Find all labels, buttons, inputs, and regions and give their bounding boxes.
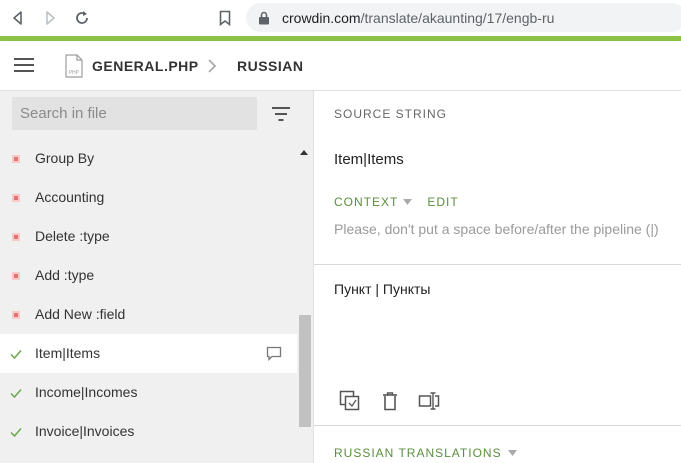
untranslated-status-icon [12,194,20,202]
list-item[interactable]: Invoice|Invoices [0,412,297,451]
lock-icon [258,11,272,25]
address-bar[interactable]: crowdin.com/translate/akaunting/17/engb-… [246,3,681,32]
untranslated-status-icon [12,272,20,280]
browser-toolbar: crowdin.com/translate/akaunting/17/engb-… [0,0,681,36]
breadcrumb-file[interactable]: GENERAL.PHP [92,58,199,74]
list-item[interactable]: Income|Incomes [0,373,297,412]
context-text: Please, don't put a space before/after t… [334,221,659,237]
menu-icon[interactable] [14,58,34,74]
url-host: crowdin.com [282,9,361,26]
url-text: crowdin.com/translate/akaunting/17/engb-… [282,10,554,26]
string-list: Group By Accounting Delete :type Add :ty… [0,139,297,451]
divider [314,425,681,426]
reload-button[interactable] [66,0,98,36]
back-button[interactable] [2,0,34,36]
list-item-label: Group By [35,150,95,166]
list-item-label: Accounting [35,189,105,205]
check-icon [10,350,22,360]
php-file-icon: PHP [64,54,84,78]
bookmark-button[interactable] [216,8,234,28]
back-arrow-icon [13,11,22,25]
check-icon [10,428,22,438]
list-item-label: Add New :field [35,306,126,322]
list-item-label: Add :type [35,267,95,283]
divider [314,264,681,265]
untranslated-status-icon [12,233,20,241]
source-string-text: Item|Items [334,151,404,168]
translations-header-row[interactable]: RUSSIAN TRANSLATIONS [334,446,517,460]
translations-header: RUSSIAN TRANSLATIONS [334,446,502,460]
edit-context-link[interactable]: EDIT [427,195,458,209]
caret-down-icon[interactable] [403,199,413,205]
list-item[interactable]: Add :type [0,256,297,295]
list-item[interactable]: Group By [0,139,297,178]
translation-input[interactable]: Пункт | Пункты [334,281,430,297]
caret-down-icon[interactable] [507,450,517,456]
string-list-sidebar: Group By Accounting Delete :type Add :ty… [0,91,314,463]
check-icon [10,389,22,399]
scroll-up-arrow-icon[interactable] [299,143,309,155]
comment-icon[interactable] [266,346,282,361]
list-item-label: Invoice|Invoices [35,423,135,439]
list-item-label: Income|Incomes [35,384,138,400]
context-row: CONTEXT EDIT [334,195,459,209]
editor-panel: SOURCE STRING Item|Items CONTEXT EDIT Pl… [314,91,681,463]
list-item-active[interactable]: Item|Items [0,334,297,373]
list-item[interactable]: Accounting [0,178,297,217]
forward-button[interactable] [34,0,66,36]
forward-arrow-icon [46,11,55,25]
reload-icon [76,11,88,24]
trash-icon[interactable] [379,390,401,412]
text-cursor-icon[interactable] [418,390,440,412]
list-item[interactable]: Delete :type [0,217,297,256]
context-toggle[interactable]: CONTEXT [334,195,398,209]
untranslated-status-icon [12,155,20,163]
scrollbar-thumb[interactable] [299,315,311,427]
chevron-right-icon [206,57,218,75]
bookmark-icon [219,10,231,26]
breadcrumb-language[interactable]: RUSSIAN [237,58,304,74]
untranslated-status-icon [12,311,20,319]
url-path: /translate/akaunting/17/engb-ru [360,9,555,26]
copy-source-icon[interactable] [339,390,361,412]
list-item-label: Item|Items [35,345,101,361]
app-header: PHP GENERAL.PHP RUSSIAN [0,41,681,91]
list-item-label: Delete :type [35,228,110,244]
source-string-header: SOURCE STRING [334,107,448,121]
list-item[interactable]: Add New :field [0,295,297,334]
filter-icon[interactable] [271,106,291,122]
svg-text:PHP: PHP [69,70,79,76]
search-input[interactable] [12,97,257,130]
